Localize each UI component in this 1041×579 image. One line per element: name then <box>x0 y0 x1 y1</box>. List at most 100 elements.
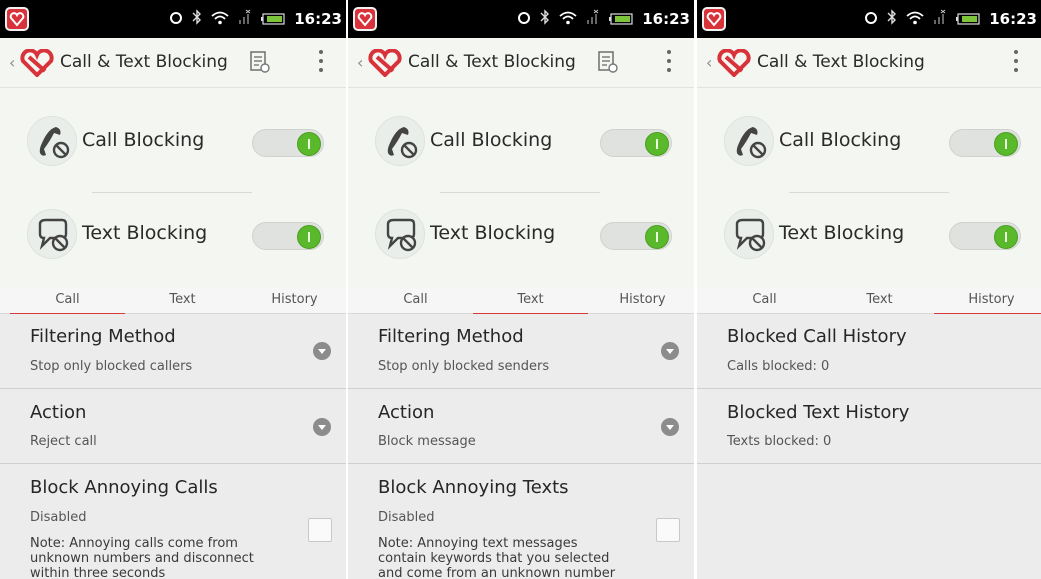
filtering-method-setting[interactable]: Filtering Method Stop only blocked calle… <box>0 314 346 389</box>
setting-note: Note: Annoying calls come from unknown n… <box>30 536 254 579</box>
setting-value: Stop only blocked senders <box>378 359 550 374</box>
phone-screen-history-tab: 16:23 ‹ Call & Text Blocking Call Blocki… <box>697 0 1041 579</box>
tab-history[interactable]: History <box>934 292 1041 315</box>
annoying-texts-checkbox[interactable] <box>656 518 680 542</box>
switch-knob <box>994 132 1018 156</box>
action-bar: ‹ Call & Text Blocking <box>0 38 346 88</box>
switch-knob <box>994 225 1018 249</box>
switch-knob <box>297 225 321 249</box>
clock: 16:23 <box>989 10 1037 28</box>
call-settings-list: Filtering Method Stop only blocked calle… <box>0 314 346 579</box>
dropdown-arrow-icon[interactable] <box>313 342 331 360</box>
block-annoying-calls-setting[interactable]: Block Annoying Calls Disabled Note: Anno… <box>0 464 346 579</box>
app-logo-icon[interactable] <box>19 48 55 81</box>
tab-call[interactable]: Call <box>358 292 473 307</box>
call-blocked-icon <box>724 116 774 166</box>
back-chevron-icon[interactable]: ‹ <box>9 53 15 72</box>
call-blocking-switch[interactable] <box>252 129 324 157</box>
signal-icon <box>238 9 252 29</box>
text-blocking-label: Text Blocking <box>82 222 208 244</box>
call-blocking-row: Call Blocking <box>348 96 694 193</box>
tab-text[interactable]: Text <box>473 292 588 315</box>
call-blocking-row: Call Blocking <box>697 96 1041 193</box>
blocked-call-history-item[interactable]: Blocked Call History Calls blocked: 0 <box>697 314 1041 389</box>
history-title: Blocked Call History <box>727 326 907 347</box>
sync-icon <box>517 10 531 29</box>
setting-title: Action <box>378 402 435 423</box>
app-notification-icon <box>702 7 726 31</box>
back-chevron-icon[interactable]: ‹ <box>706 53 712 72</box>
call-blocking-label: Call Blocking <box>430 129 553 151</box>
status-bar: 16:23 <box>348 0 694 38</box>
action-setting[interactable]: Action Block message <box>348 389 694 464</box>
setting-title: Filtering Method <box>30 326 176 347</box>
blocked-list-icon[interactable] <box>598 51 618 77</box>
overflow-menu-icon[interactable] <box>318 50 324 77</box>
blocking-toggles: Call Blocking Text Blocking <box>0 88 346 287</box>
tab-call[interactable]: Call <box>10 292 125 315</box>
text-blocking-row: Text Blocking <box>348 189 694 279</box>
battery-icon <box>609 10 633 29</box>
text-blocking-switch[interactable] <box>252 222 324 250</box>
setting-value: Block message <box>378 434 476 449</box>
text-blocking-label: Text Blocking <box>779 222 905 244</box>
tab-text[interactable]: Text <box>125 292 240 307</box>
setting-value: Disabled <box>378 510 435 525</box>
overflow-menu-icon[interactable] <box>1013 50 1019 77</box>
history-list: Blocked Call History Calls blocked: 0 Bl… <box>697 314 1041 579</box>
blocking-toggles: Call Blocking Text Blocking <box>697 88 1041 287</box>
setting-title: Filtering Method <box>378 326 524 347</box>
setting-title: Block Annoying Texts <box>378 477 569 498</box>
app-logo-icon[interactable] <box>716 48 752 81</box>
battery-icon <box>956 10 980 29</box>
status-bar: 16:23 <box>0 0 346 38</box>
dropdown-arrow-icon[interactable] <box>313 418 331 436</box>
text-settings-list: Filtering Method Stop only blocked sende… <box>348 314 694 579</box>
blocked-list-icon[interactable] <box>250 51 270 77</box>
block-annoying-texts-setting[interactable]: Block Annoying Texts Disabled Note: Anno… <box>348 464 694 579</box>
overflow-menu-icon[interactable] <box>666 50 672 77</box>
action-setting[interactable]: Action Reject call <box>0 389 346 464</box>
text-blocked-icon <box>375 209 425 259</box>
bluetooth-icon <box>540 9 550 29</box>
text-blocked-icon <box>724 209 774 259</box>
blocked-text-history-item[interactable]: Blocked Text History Texts blocked: 0 <box>697 389 1041 464</box>
action-bar: ‹ Call & Text Blocking <box>348 38 694 88</box>
text-blocking-switch[interactable] <box>949 222 1021 250</box>
back-chevron-icon[interactable]: ‹ <box>357 53 363 72</box>
tab-history[interactable]: History <box>585 292 694 307</box>
bluetooth-icon <box>887 9 897 29</box>
text-blocking-switch[interactable] <box>600 222 672 250</box>
call-blocking-switch[interactable] <box>600 129 672 157</box>
dropdown-arrow-icon[interactable] <box>661 418 679 436</box>
call-blocking-switch[interactable] <box>949 129 1021 157</box>
history-count: Calls blocked: 0 <box>727 359 830 374</box>
call-blocking-label: Call Blocking <box>779 129 902 151</box>
tab-call[interactable]: Call <box>707 292 822 307</box>
clock: 16:23 <box>294 10 342 28</box>
tab-bar: Call Text History <box>697 287 1041 315</box>
sync-icon <box>864 10 878 29</box>
setting-value: Disabled <box>30 510 87 525</box>
bluetooth-icon <box>192 9 202 29</box>
app-notification-icon <box>5 7 29 31</box>
wifi-icon <box>906 10 924 29</box>
setting-title: Block Annoying Calls <box>30 477 218 498</box>
setting-value: Reject call <box>30 434 97 449</box>
annoying-calls-checkbox[interactable] <box>308 518 332 542</box>
call-blocked-icon <box>375 116 425 166</box>
signal-icon <box>933 9 947 29</box>
tab-bar: Call Text History <box>348 287 694 315</box>
filtering-method-setting[interactable]: Filtering Method Stop only blocked sende… <box>348 314 694 389</box>
call-blocked-icon <box>27 116 77 166</box>
setting-value: Stop only blocked callers <box>30 359 193 374</box>
text-blocking-row: Text Blocking <box>697 189 1041 279</box>
sync-icon <box>169 10 183 29</box>
text-blocking-label: Text Blocking <box>430 222 556 244</box>
app-logo-icon[interactable] <box>367 48 403 81</box>
tab-text[interactable]: Text <box>822 292 937 307</box>
battery-icon <box>261 10 285 29</box>
tab-history[interactable]: History <box>237 292 346 307</box>
app-title: Call & Text Blocking <box>60 52 228 72</box>
dropdown-arrow-icon[interactable] <box>661 342 679 360</box>
